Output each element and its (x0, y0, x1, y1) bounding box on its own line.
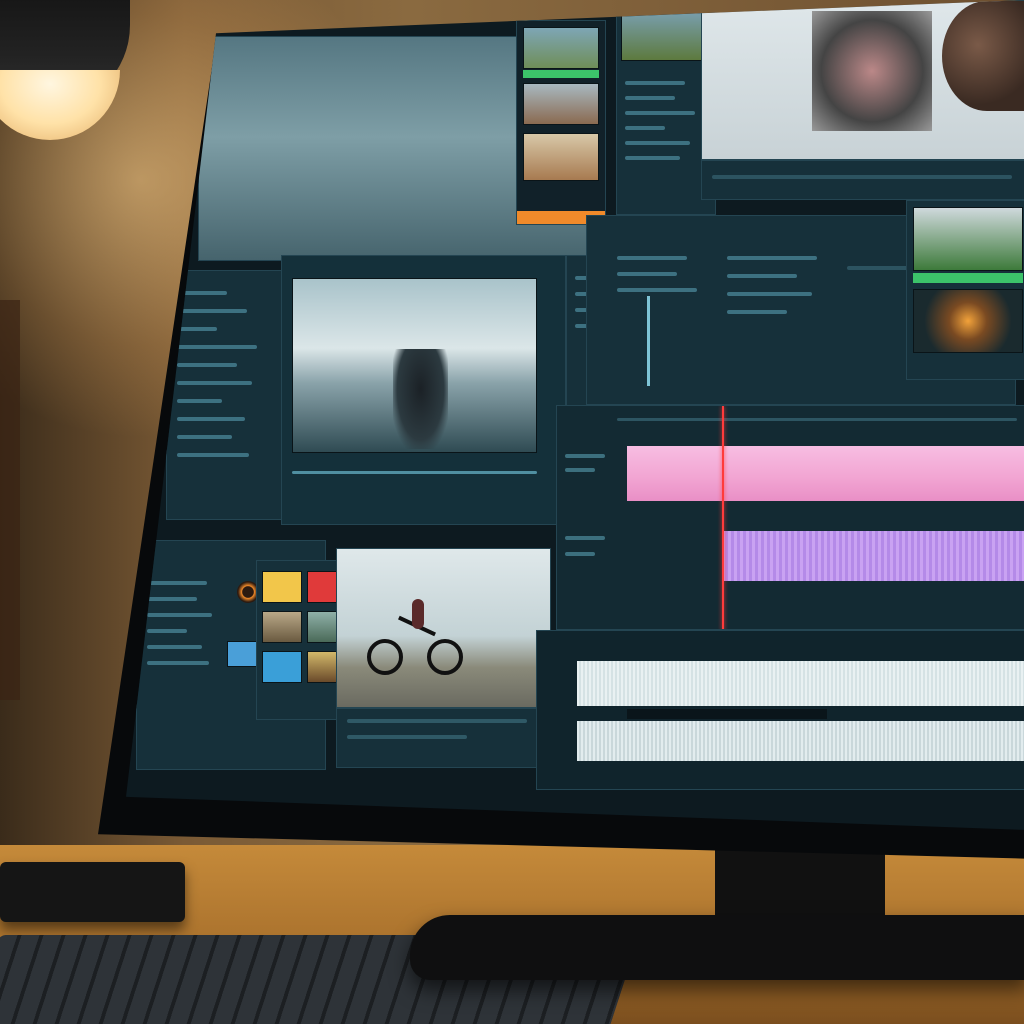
external-drive (0, 862, 185, 922)
clip-thumbnail[interactable] (913, 207, 1023, 271)
viewer-frame (292, 278, 537, 453)
photo-scene (0, 0, 1024, 1024)
clip-thumbnail[interactable] (523, 27, 599, 69)
audio-waveform (536, 630, 1024, 790)
video-editor-screen (126, 0, 1024, 830)
waveform-upper (577, 661, 1024, 706)
playhead[interactable] (722, 406, 724, 629)
audio-track-purple[interactable] (722, 531, 1024, 581)
bicycle-silhouette (367, 599, 467, 679)
program-viewer (701, 0, 1024, 160)
viewer-controls (336, 708, 551, 768)
media-strip (516, 20, 606, 225)
clip-thumbnail[interactable] (523, 133, 599, 181)
waveform-band (627, 709, 827, 719)
wall-frame (0, 300, 20, 700)
timeline (556, 405, 1024, 630)
thumbnail-bin (906, 200, 1024, 380)
clip-thumbnail[interactable] (621, 9, 709, 61)
fader[interactable] (647, 296, 650, 386)
collage-image (812, 11, 932, 131)
motion-silhouette (393, 349, 448, 449)
collage-image (942, 1, 1024, 111)
clip-tag-green (523, 70, 599, 78)
scrub-bar[interactable] (292, 471, 537, 474)
record-viewer (281, 255, 566, 525)
timecode-bar (701, 160, 1024, 200)
clip-thumbnail[interactable] (227, 641, 257, 667)
waveform-lower (577, 721, 1024, 761)
clip-thumbnail[interactable] (913, 289, 1023, 353)
cyclist-viewer (336, 548, 551, 708)
clip-thumbnail[interactable] (523, 83, 599, 125)
clip-tag-green (913, 273, 1023, 283)
monitor-stand-base (410, 915, 1024, 980)
video-track-pink[interactable] (627, 446, 1024, 501)
effects-panel (166, 270, 286, 520)
time-ruler (617, 418, 1017, 421)
